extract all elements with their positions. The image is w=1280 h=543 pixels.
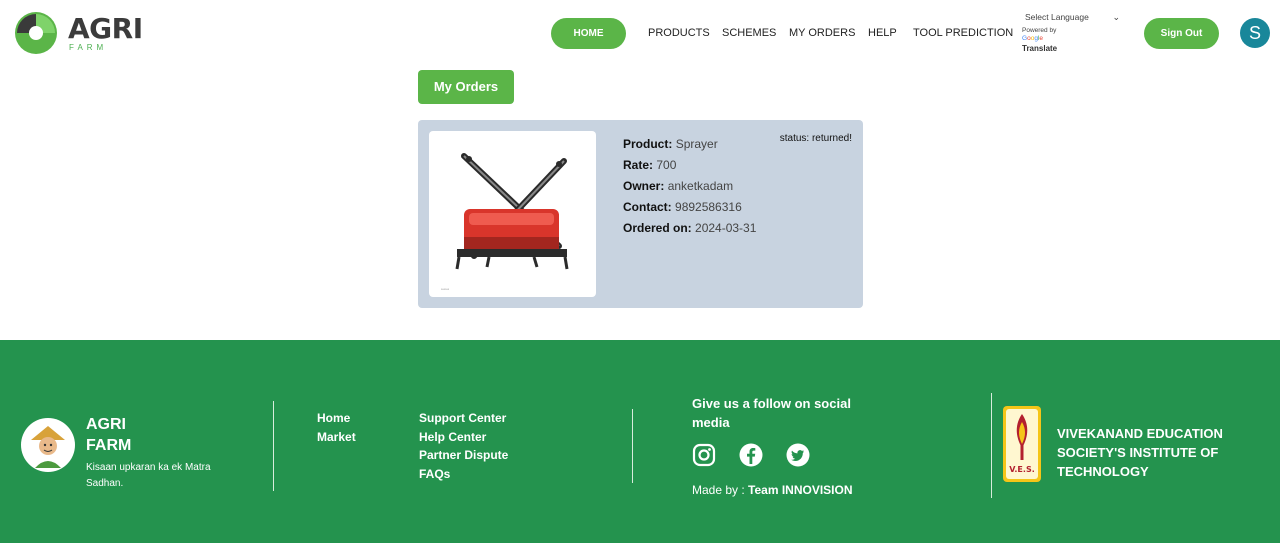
footer-brand-line2: FARM: [86, 437, 132, 454]
language-select[interactable]: Select Language ⌄: [1022, 9, 1120, 25]
order-status-badge: status: returned!: [779, 133, 852, 144]
facebook-icon[interactable]: [739, 443, 763, 467]
google-translate-widget: Select Language ⌄ Powered by Google Tran…: [1022, 9, 1122, 54]
google-wordmark: Google: [1022, 35, 1044, 42]
nav-home-button[interactable]: HOME: [551, 18, 626, 49]
logo-leaf-icon: [15, 12, 57, 54]
product-value: Sprayer: [675, 137, 718, 151]
chevron-down-icon: ⌄: [1112, 11, 1120, 22]
contact-key: Contact:: [623, 200, 672, 214]
ordered-on-row: Ordered on: 2024-03-31: [623, 218, 756, 239]
made-by-credit: Made by : Team INNOVISION: [692, 483, 853, 497]
product-row: Product: Sprayer: [623, 134, 756, 155]
farmer-mascot-logo: [21, 418, 75, 472]
translate-link[interactable]: Translate: [1022, 44, 1122, 53]
footer-link-help-center[interactable]: Help Center: [419, 430, 486, 444]
nav-products-link[interactable]: PRODUCTS: [648, 27, 710, 39]
rate-value: 700: [656, 158, 677, 172]
agri-farm-logo[interactable]: AGRI FARM: [14, 11, 143, 55]
footer-divider: [632, 409, 633, 483]
owner-value: anketkadam: [667, 179, 734, 193]
contact-value: 9892586316: [675, 200, 742, 214]
institute-name: VIVEKANAND EDUCATION SOCIETY'S INSTITUTE…: [1057, 426, 1223, 479]
made-by-label: Made by :: [692, 483, 745, 497]
nav-my-orders-link[interactable]: MY ORDERS: [789, 27, 855, 39]
ordered-on-key: Ordered on:: [623, 221, 692, 235]
nav-schemes-link[interactable]: SCHEMES: [722, 27, 776, 39]
sign-out-button[interactable]: Sign Out: [1144, 18, 1219, 49]
order-details: Product: Sprayer Rate: 700 Owner: anketk…: [623, 134, 756, 239]
footer-divider: [991, 393, 992, 498]
footer-brand: AGRI FARM: [86, 414, 131, 456]
rate-row: Rate: 700: [623, 155, 756, 176]
footer-brand-line1: AGRI: [86, 416, 126, 433]
logo-title: AGRI: [68, 11, 143, 45]
footer-tagline: Kisaan upkaran ka ek Matra Sadhan.: [86, 462, 211, 489]
footer-link-faqs[interactable]: FAQs: [419, 467, 450, 481]
logo-subtitle: FARM: [69, 42, 108, 52]
powered-by-label: Powered by: [1022, 27, 1057, 34]
user-avatar[interactable]: S: [1240, 18, 1270, 48]
contact-row: Contact: 9892586316: [623, 197, 756, 218]
my-orders-button[interactable]: My Orders: [418, 70, 514, 104]
footer-link-partner-dispute[interactable]: Partner Dispute: [419, 448, 508, 462]
product-image: ꟷꟷ: [429, 131, 596, 297]
svg-text:ꟷꟷ: ꟷꟷ: [441, 287, 449, 293]
owner-key: Owner:: [623, 179, 665, 193]
sprayer-illustration: ꟷꟷ: [441, 153, 569, 293]
nav-help-link[interactable]: HELP: [868, 27, 897, 39]
product-key: Product:: [623, 137, 673, 151]
language-select-label: Select Language: [1025, 12, 1089, 22]
social-follow-title: Give us a follow on social media: [692, 396, 851, 430]
footer-link-market[interactable]: Market: [317, 430, 356, 444]
ves-institute-logo: V.E.S.: [1003, 406, 1041, 482]
ves-logo-text: V.E.S.: [1009, 465, 1035, 474]
rate-key: Rate:: [623, 158, 654, 172]
instagram-icon[interactable]: [692, 443, 716, 467]
footer-divider: [273, 401, 274, 491]
footer: AGRI FARM Kisaan upkaran ka ek Matra Sad…: [0, 340, 1280, 543]
top-navbar: AGRI FARM HOME PRODUCTS SCHEMES MY ORDER…: [0, 0, 1280, 68]
ordered-on-value: 2024-03-31: [695, 221, 757, 235]
footer-link-support-center[interactable]: Support Center: [419, 411, 506, 425]
nav-tool-prediction-link[interactable]: TOOL PREDICTION: [913, 27, 1013, 39]
twitter-icon[interactable]: [786, 443, 810, 467]
farmer-mascot-icon: [23, 420, 73, 470]
owner-row: Owner: anketkadam: [623, 176, 756, 197]
made-by-team: Team INNOVISION: [748, 483, 853, 497]
order-card: ꟷꟷ Product: Sprayer Rate: 700 Owner: ank…: [418, 120, 863, 308]
footer-link-home[interactable]: Home: [317, 411, 350, 425]
